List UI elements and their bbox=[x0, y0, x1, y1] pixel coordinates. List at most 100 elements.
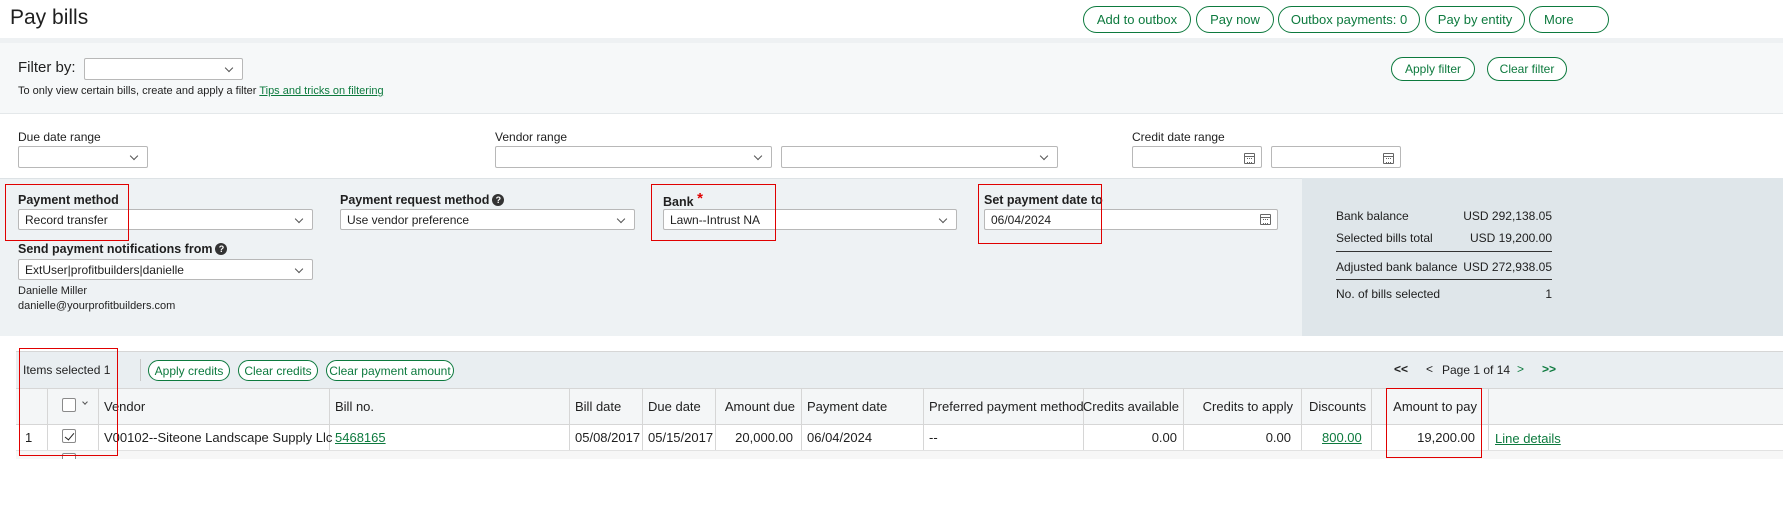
vendor-range-label: Vendor range bbox=[495, 130, 568, 144]
send-notifications-text: Send payment notifications from bbox=[18, 242, 213, 256]
calendar-icon[interactable] bbox=[1244, 153, 1255, 164]
col-header-bill-date[interactable]: Bill date bbox=[575, 388, 621, 425]
more-label: More bbox=[1544, 12, 1574, 27]
next-row-checkbox[interactable] bbox=[62, 453, 76, 459]
col-divider bbox=[642, 388, 643, 450]
due-date-range-select[interactable] bbox=[18, 146, 148, 168]
notify-email: danielle@yourprofitbuilders.com bbox=[18, 300, 176, 312]
row-payment-date[interactable]: 06/04/2024 bbox=[807, 426, 872, 448]
row-bill-date: 05/08/2017 bbox=[575, 429, 641, 445]
chevron-down-icon bbox=[129, 152, 139, 162]
chevron-down-icon bbox=[753, 152, 763, 162]
vendor-range-to-select[interactable] bbox=[781, 146, 1058, 168]
bank-label-text: Bank bbox=[663, 195, 694, 209]
calendar-icon[interactable] bbox=[1383, 153, 1394, 164]
chevron-down-icon bbox=[294, 215, 304, 225]
chevron-down-icon bbox=[616, 215, 626, 225]
balance-divider bbox=[1336, 251, 1552, 252]
balance-divider bbox=[1336, 279, 1552, 280]
send-notifications-label: Send payment notifications from? bbox=[18, 242, 228, 256]
send-notifications-select[interactable]: ExtUser|profitbuilders|danielle bbox=[18, 259, 313, 280]
page-title: Pay bills bbox=[10, 6, 89, 29]
payment-request-method-value: Use vendor preference bbox=[347, 212, 470, 227]
filter-tips-link[interactable]: Tips and tricks on filtering bbox=[259, 85, 383, 97]
notify-name: Danielle Miller bbox=[18, 285, 88, 297]
adjusted-balance-value: USD 272,938.05 bbox=[1463, 260, 1552, 274]
row-vendor: V00102--Siteone Landscape Supply Llc bbox=[104, 429, 333, 445]
col-divider bbox=[923, 388, 924, 450]
add-to-outbox-button[interactable]: Add to outbox bbox=[1083, 6, 1191, 33]
row-preferred-method: -- bbox=[929, 429, 938, 445]
first-page-button[interactable]: << bbox=[1394, 362, 1408, 376]
next-page-button[interactable]: > bbox=[1517, 362, 1524, 376]
filter-select[interactable] bbox=[84, 58, 243, 80]
items-selected-text: Items selected 1 bbox=[23, 363, 111, 377]
col-header-preferred-method[interactable]: Preferred payment method bbox=[929, 388, 1084, 425]
filter-hint: To only view certain bills, create and a… bbox=[18, 85, 384, 97]
set-payment-date-label: Set payment date to bbox=[984, 193, 1103, 207]
select-all-menu-icon[interactable] bbox=[82, 399, 90, 408]
bills-count-row: No. of bills selected 1 bbox=[1336, 287, 1552, 301]
pay-by-entity-button[interactable]: Pay by entity bbox=[1425, 6, 1525, 33]
last-page-button[interactable]: >> bbox=[1542, 362, 1556, 376]
payment-method-select[interactable]: Record transfer bbox=[18, 209, 313, 230]
bank-select[interactable]: Lawn--Intrust NA bbox=[663, 209, 957, 230]
calendar-icon[interactable] bbox=[1260, 214, 1271, 225]
payment-request-method-select[interactable]: Use vendor preference bbox=[340, 209, 635, 230]
balance-panel bbox=[1302, 178, 1783, 336]
vendor-range-from-select[interactable] bbox=[495, 146, 772, 168]
credit-date-from-input[interactable] bbox=[1132, 146, 1262, 168]
required-marker: * bbox=[697, 190, 703, 207]
row-checkbox[interactable] bbox=[62, 429, 76, 443]
chevron-down-icon bbox=[224, 64, 234, 74]
select-all-checkbox[interactable] bbox=[62, 398, 76, 412]
row-line-details-link[interactable]: Line details bbox=[1495, 427, 1561, 449]
filter-label: Filter by: bbox=[18, 59, 76, 76]
payment-request-method-text: Payment request method bbox=[340, 193, 490, 207]
chevron-down-icon bbox=[1039, 152, 1049, 162]
row-number: 1 bbox=[25, 429, 33, 445]
row-credits-available: 0.00 bbox=[1151, 429, 1177, 445]
row-due-date: 05/15/2017 bbox=[648, 429, 714, 445]
pay-now-button[interactable]: Pay now bbox=[1196, 6, 1274, 33]
clear-filter-button[interactable]: Clear filter bbox=[1487, 57, 1567, 81]
row-discounts-link[interactable]: 800.00 bbox=[1322, 426, 1362, 448]
selected-total-value: USD 19,200.00 bbox=[1469, 231, 1552, 245]
help-icon[interactable]: ? bbox=[492, 194, 505, 206]
payment-method-value: Record transfer bbox=[25, 212, 108, 227]
outbox-payments-button[interactable]: Outbox payments: 0 bbox=[1278, 6, 1420, 33]
col-header-credits-available[interactable]: Credits available bbox=[1083, 388, 1179, 425]
bills-count-label: No. of bills selected bbox=[1336, 287, 1441, 301]
col-divider bbox=[569, 388, 570, 450]
more-button[interactable]: More bbox=[1529, 6, 1609, 33]
set-payment-date-value: 06/04/2024 bbox=[991, 212, 1052, 227]
chevron-down-icon bbox=[938, 215, 948, 225]
credit-date-range-label: Credit date range bbox=[1132, 130, 1225, 144]
prev-page-button[interactable]: < bbox=[1426, 362, 1433, 376]
apply-filter-button[interactable]: Apply filter bbox=[1391, 57, 1475, 81]
set-payment-date-input[interactable]: 06/04/2024 bbox=[984, 209, 1278, 230]
row-amount-to-pay[interactable]: 19,200.00 bbox=[1371, 426, 1475, 448]
col-header-vendor[interactable]: Vendor bbox=[104, 388, 145, 425]
col-header-bill-no[interactable]: Bill no. bbox=[335, 388, 374, 425]
col-header-payment-date[interactable]: Payment date bbox=[807, 388, 887, 425]
col-divider bbox=[1488, 388, 1489, 450]
selected-total-label: Selected bills total bbox=[1336, 231, 1433, 245]
col-header-credits-to-apply[interactable]: Credits to apply bbox=[1183, 388, 1293, 425]
credit-date-to-input[interactable] bbox=[1271, 146, 1401, 168]
col-header-discounts[interactable]: Discounts bbox=[1309, 388, 1366, 425]
col-header-due-date[interactable]: Due date bbox=[648, 388, 701, 425]
clear-credits-button[interactable]: Clear credits bbox=[238, 360, 318, 381]
payment-request-method-label: Payment request method? bbox=[340, 193, 505, 207]
clear-payment-amount-button[interactable]: Clear payment amount bbox=[326, 360, 454, 381]
adjusted-balance-label: Adjusted bank balance bbox=[1336, 260, 1458, 274]
col-divider bbox=[98, 388, 99, 450]
help-icon[interactable]: ? bbox=[215, 243, 228, 255]
row-bill-no-link[interactable]: 5468165 bbox=[335, 426, 386, 448]
col-header-amount-to-pay[interactable]: Amount to pay bbox=[1371, 388, 1477, 425]
col-header-amount-due[interactable]: Amount due bbox=[715, 388, 795, 425]
apply-credits-button[interactable]: Apply credits bbox=[148, 360, 230, 381]
col-divider bbox=[47, 388, 48, 450]
row-credits-to-apply[interactable]: 0.00 bbox=[1183, 426, 1291, 448]
chevron-down-icon bbox=[294, 265, 304, 275]
